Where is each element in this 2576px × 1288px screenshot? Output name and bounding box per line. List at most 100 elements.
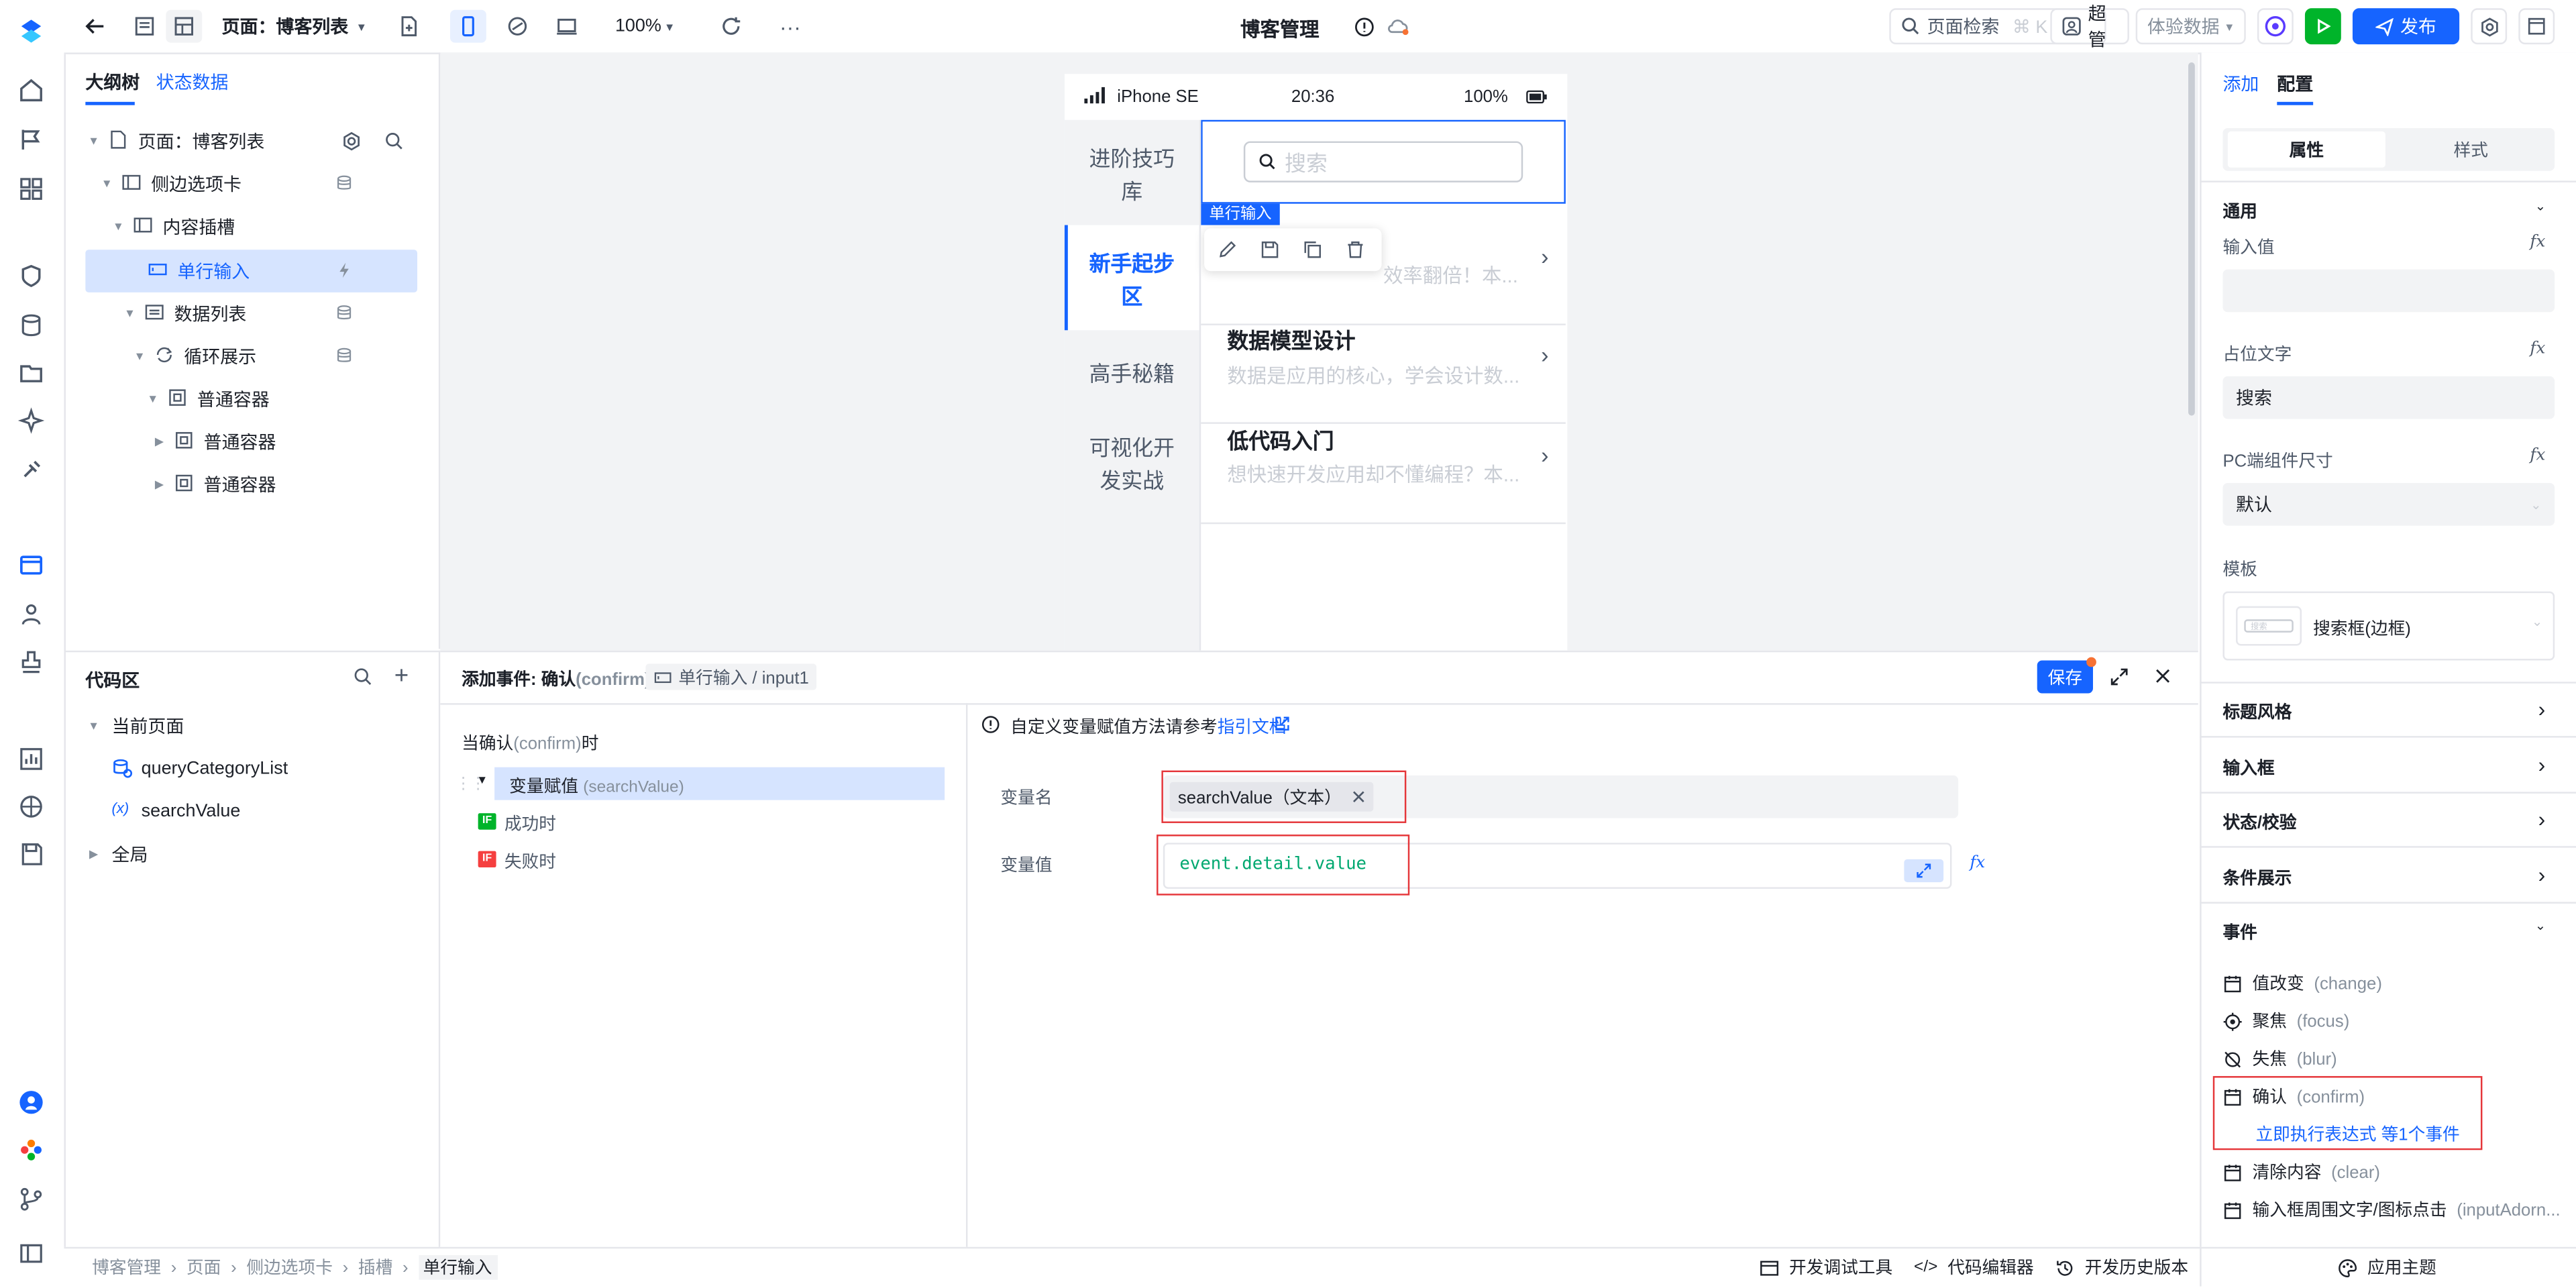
settings-gear-icon[interactable] xyxy=(2471,8,2508,45)
event-item-blur[interactable]: 失焦 (blur) xyxy=(2222,1046,2337,1071)
theme-flower-icon[interactable] xyxy=(18,1137,44,1163)
chart-icon[interactable] xyxy=(18,746,44,772)
section-general[interactable]: 通用 xyxy=(2222,199,2257,223)
code-item-variable[interactable]: (x) searchValue xyxy=(105,792,431,831)
user-button[interactable]: 超管 xyxy=(2050,5,2129,51)
tab-add[interactable]: 添加 xyxy=(2222,70,2259,97)
chevron-right-icon[interactable]: › xyxy=(2538,863,2546,888)
chevron-down-icon[interactable]: ⌄ xyxy=(2535,918,2546,933)
segment-styles[interactable]: 样式 xyxy=(2392,131,2550,168)
tree-item-container[interactable]: ▶ 普通容器 xyxy=(151,422,430,462)
event-item-change[interactable]: 值改变 (change) xyxy=(2222,971,2382,996)
tab-config[interactable]: 配置 xyxy=(2277,70,2313,97)
code-item-query[interactable]: queryCategoryList xyxy=(105,749,431,789)
tab-outline-tree[interactable]: 大纲树 xyxy=(85,69,140,95)
breadcrumb-item-current[interactable]: 单行输入 xyxy=(418,1255,497,1280)
data-mode-select[interactable]: 体验数据 ▾ xyxy=(2135,8,2246,45)
expand-editor-icon[interactable] xyxy=(1904,859,1944,883)
tree-item-loop[interactable]: ▼ 循环展示 xyxy=(131,337,431,376)
success-branch[interactable]: 成功时 xyxy=(504,812,556,837)
page-design-icon[interactable] xyxy=(18,552,44,578)
section-validation[interactable]: 状态/校验 xyxy=(2222,810,2296,835)
gear-icon[interactable] xyxy=(341,131,361,151)
chevron-down-icon[interactable]: ⌄ xyxy=(2535,199,2546,213)
folder-icon[interactable] xyxy=(18,360,44,386)
app-theme-button[interactable]: 应用主题 xyxy=(2338,1255,2436,1280)
tree-item-data-list[interactable]: ▼ 数据列表 xyxy=(121,294,430,333)
tab-state-data[interactable]: 状态数据 xyxy=(156,69,229,95)
placeholder-field[interactable]: 搜索 xyxy=(2222,376,2555,419)
account-icon[interactable] xyxy=(18,1089,44,1116)
desktop-view-icon[interactable] xyxy=(549,10,585,43)
stamp-icon[interactable] xyxy=(18,649,44,675)
tablet-view-icon[interactable] xyxy=(499,10,535,43)
add-plus-icon[interactable]: + xyxy=(394,662,409,690)
tree-item-page[interactable]: ▼ 页面：博客列表 xyxy=(85,121,430,161)
input-value-field[interactable] xyxy=(2222,269,2555,313)
window-icon[interactable] xyxy=(2518,8,2555,45)
external-link-icon[interactable] xyxy=(1273,714,1291,733)
add-page-icon[interactable] xyxy=(392,10,425,43)
run-button[interactable] xyxy=(2304,8,2341,45)
home-icon[interactable] xyxy=(18,77,44,103)
tree-item-container[interactable]: ▶ 普通容器 xyxy=(151,465,430,504)
pc-size-select[interactable]: 默认 ⌄ xyxy=(2222,483,2555,526)
side-tab-item[interactable]: 可视化开发实战 xyxy=(1065,432,1199,498)
section-input-box[interactable]: 输入框 xyxy=(2222,756,2274,781)
user-manage-icon[interactable] xyxy=(18,601,44,627)
refresh-icon[interactable] xyxy=(714,10,747,43)
git-branch-icon[interactable] xyxy=(18,1186,44,1212)
back-arrow-icon[interactable] xyxy=(80,10,110,43)
tree-item-content-slot[interactable]: ▼ 内容插槽 xyxy=(110,207,431,247)
chevron-right-icon[interactable]: › xyxy=(2538,696,2546,721)
flag-icon[interactable] xyxy=(18,127,44,153)
cube-icon[interactable] xyxy=(18,794,44,820)
fx-formula-icon[interactable]: fx xyxy=(2530,233,2545,252)
search-input[interactable]: 搜索 xyxy=(1243,141,1523,182)
tree-item-side-tabs[interactable]: ▼ 侧边选项卡 xyxy=(99,164,431,204)
database-icon[interactable] xyxy=(18,312,44,338)
code-group-current-page[interactable]: ▼ 当前页面 xyxy=(85,706,430,746)
debug-tools-button[interactable]: 开发调试工具 xyxy=(1760,1255,1892,1280)
fail-branch[interactable]: 失败时 xyxy=(504,849,556,874)
close-icon[interactable] xyxy=(2154,667,2172,685)
side-tab-item-active[interactable]: 新手起步区 xyxy=(1065,248,1199,314)
breadcrumb-item[interactable]: 页面 xyxy=(186,1255,221,1280)
design-canvas[interactable]: iPhone SE 20:36 100% 进阶技巧库 新手起步区 高手秘籍 可视… xyxy=(440,52,2198,651)
publish-button[interactable]: 发布 xyxy=(2352,8,2460,45)
search-icon[interactable] xyxy=(384,131,404,151)
breadcrumb-item[interactable]: 侧边选项卡 xyxy=(246,1255,333,1280)
section-title-style[interactable]: 标题风格 xyxy=(2222,700,2292,724)
event-item-adornment-click[interactable]: 输入框周围文字/图标点击 (inputAdorn... xyxy=(2222,1197,2561,1222)
preview-eye-icon[interactable] xyxy=(2257,8,2294,45)
event-item-clear[interactable]: 清除内容 (clear) xyxy=(2222,1160,2380,1185)
fx-formula-icon[interactable]: fx xyxy=(1970,854,1985,872)
more-icon[interactable]: ··· xyxy=(773,10,806,43)
info-icon[interactable] xyxy=(1350,10,1377,43)
section-condition[interactable]: 条件展示 xyxy=(2222,866,2292,891)
fullscreen-icon[interactable] xyxy=(2109,667,2129,686)
tree-item-container[interactable]: ▼ 普通容器 xyxy=(145,380,431,419)
search-icon[interactable] xyxy=(354,667,373,686)
fx-formula-icon[interactable]: fx xyxy=(2530,340,2545,358)
fx-formula-icon[interactable]: fx xyxy=(2530,447,2545,465)
chevron-right-icon[interactable]: › xyxy=(2538,806,2546,831)
shield-icon[interactable] xyxy=(18,263,44,289)
chevron-right-icon[interactable]: › xyxy=(2538,753,2546,777)
segment-properties[interactable]: 属性 xyxy=(2227,131,2385,168)
zoom-selector[interactable]: 100% ▾ xyxy=(610,10,679,43)
event-item-focus[interactable]: 聚焦 (focus) xyxy=(2222,1009,2349,1034)
collapse-sidebar-icon[interactable] xyxy=(18,1240,44,1267)
breadcrumb-item[interactable]: 博客管理 xyxy=(92,1255,161,1280)
layout-toggle-icon[interactable] xyxy=(166,9,203,43)
save-icon[interactable] xyxy=(18,841,44,867)
caret-down-icon[interactable]: ▼ xyxy=(476,775,488,787)
page-list-icon[interactable] xyxy=(127,10,163,43)
mobile-view-icon[interactable] xyxy=(450,9,486,43)
side-tab-item[interactable]: 进阶技巧库 xyxy=(1065,143,1199,209)
canvas-scrollbar[interactable] xyxy=(2188,62,2195,416)
save-button[interactable]: 保存 xyxy=(2037,660,2094,694)
history-button[interactable]: 开发历史版本 xyxy=(2055,1255,2188,1280)
components-icon[interactable] xyxy=(18,176,44,202)
code-editor-button[interactable]: </> 代码编辑器 xyxy=(1914,1255,2034,1280)
